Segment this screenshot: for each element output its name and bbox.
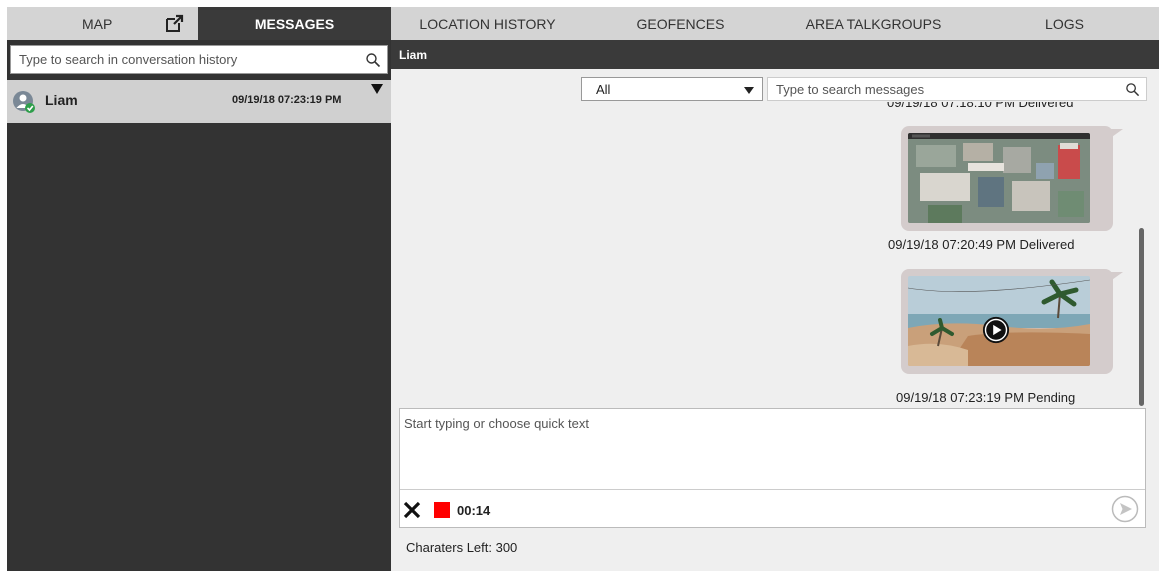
thread-scrollbar[interactable] xyxy=(1139,228,1144,406)
conversation-item-liam[interactable]: Liam 09/19/18 07:23:19 PM xyxy=(7,80,391,123)
message-filter-select[interactable]: All xyxy=(581,77,763,101)
tab-location-history[interactable]: LOCATION HISTORY xyxy=(391,7,584,40)
bubble-tail xyxy=(1109,129,1123,139)
tab-geofences-label: GEOFENCES xyxy=(636,15,725,32)
video-message-bubble[interactable] xyxy=(901,269,1123,374)
conversation-title: Liam xyxy=(399,48,428,62)
recording-timer: 00:14 xyxy=(457,503,491,518)
message-thread[interactable]: 09/19/18 07:18:10 PM Delivered 09/19/18 … xyxy=(391,102,1147,406)
message-status: 09/19/18 07:20:49 PM Delivered xyxy=(888,237,1075,252)
caret-down-icon xyxy=(744,87,754,94)
message-status: 09/19/18 07:23:19 PM Pending xyxy=(896,390,1076,405)
message-input[interactable] xyxy=(400,409,1145,489)
tab-map-label: MAP xyxy=(82,16,113,32)
tab-map[interactable]: MAP xyxy=(7,7,198,40)
main-tab-bar: MAP MESSAGES LOCATION HISTORY GEOFENCES … xyxy=(0,0,1159,40)
tab-messages[interactable]: MESSAGES xyxy=(198,7,391,40)
message-search-input[interactable] xyxy=(768,78,1118,100)
image-thumbnail[interactable] xyxy=(908,133,1090,223)
tab-area-talkgroups[interactable]: AREA TALKGROUPS xyxy=(777,7,970,40)
search-icon[interactable] xyxy=(365,52,381,68)
conversation-time: 09/19/18 07:23:19 PM xyxy=(232,94,342,106)
message-status-partial: 09/19/18 07:18:10 PM Delivered xyxy=(887,102,1074,110)
composer-divider xyxy=(400,489,1145,490)
tab-logs[interactable]: LOGS xyxy=(970,7,1159,40)
conversation-search-input[interactable] xyxy=(11,46,361,73)
bubble-tail xyxy=(1109,272,1123,282)
tab-messages-label: MESSAGES xyxy=(254,15,335,32)
image-message-bubble[interactable] xyxy=(901,126,1123,231)
record-stop-icon[interactable] xyxy=(434,502,450,518)
popout-icon[interactable] xyxy=(165,13,185,33)
conversation-name: Liam xyxy=(45,92,78,108)
tab-location-history-label: LOCATION HISTORY xyxy=(419,15,556,32)
conversation-panel: Liam All 09/19/18 07:18:10 PM Delivered xyxy=(391,40,1159,571)
cancel-icon[interactable] xyxy=(403,501,421,519)
message-search xyxy=(767,77,1147,101)
send-icon[interactable] xyxy=(1111,495,1139,523)
message-filter-value: All xyxy=(596,82,611,97)
dropdown-arrow-icon[interactable] xyxy=(371,84,383,94)
conversation-header: Liam xyxy=(391,40,1159,69)
tab-geofences[interactable]: GEOFENCES xyxy=(584,7,777,40)
message-composer: 00:14 xyxy=(399,408,1146,528)
characters-left: Charaters Left: 300 xyxy=(406,540,518,555)
play-icon[interactable] xyxy=(982,316,1010,344)
tab-area-talkgroups-label: AREA TALKGROUPS xyxy=(805,15,942,32)
conversation-list-panel: Liam 09/19/18 07:23:19 PM xyxy=(7,40,391,571)
conversation-search xyxy=(10,45,388,74)
search-icon[interactable] xyxy=(1125,82,1140,97)
user-avatar-icon xyxy=(13,91,35,113)
tab-logs-label: LOGS xyxy=(1045,15,1084,32)
